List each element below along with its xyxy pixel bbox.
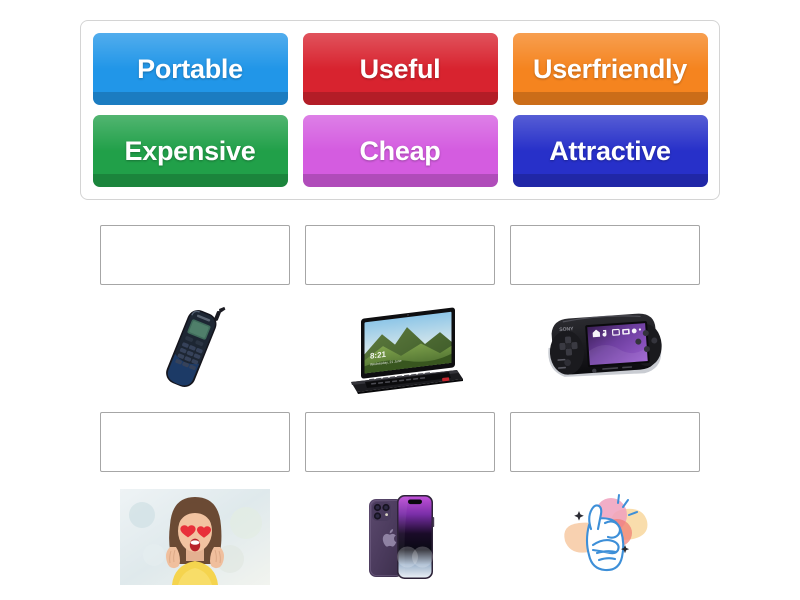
image-old-mobile-phone [100,295,290,405]
match-cell-snapping-fingers-hand [510,412,700,600]
tile-label: Useful [359,53,441,84]
tile-label: Expensive [124,135,256,166]
word-bank-container: Portable Useful Userfriendly Expensive C… [80,20,720,200]
match-board: 8:21 Wednesday, 21 June SONY [0,200,800,600]
tile-label: Userfriendly [533,53,687,84]
image-purple-smartphone [305,482,495,592]
tile-label: Cheap [359,135,441,166]
image-woman-with-heart-eyes [100,482,290,592]
match-cell-purple-smartphone [305,412,495,600]
image-psp-handheld-console: SONY [510,295,700,405]
dropzone-purple-smartphone[interactable] [305,412,495,472]
word-bank-row-2: Expensive Cheap Attractive [92,115,708,187]
dropzone-laptop-computer[interactable] [305,225,495,285]
tile-cheap[interactable]: Cheap [302,115,498,187]
tile-attractive[interactable]: Attractive [512,115,708,187]
tile-label: Portable [137,53,243,84]
board-row-2 [0,412,800,600]
svg-text:SONY: SONY [559,326,574,333]
match-cell-woman-with-heart-eyes [100,412,290,600]
tile-useful[interactable]: Useful [302,33,498,105]
dropzone-snapping-fingers-hand[interactable] [510,412,700,472]
match-cell-psp-handheld-console: SONY [510,225,700,415]
image-snapping-fingers-hand [510,482,700,592]
tile-expensive[interactable]: Expensive [92,115,288,187]
match-cell-laptop-computer: 8:21 Wednesday, 21 June [305,225,495,415]
dropzone-woman-with-heart-eyes[interactable] [100,412,290,472]
dropzone-old-mobile-phone[interactable] [100,225,290,285]
word-bank-row-1: Portable Useful Userfriendly [92,33,708,105]
board-row-1: 8:21 Wednesday, 21 June SONY [0,225,800,415]
image-laptop-computer: 8:21 Wednesday, 21 June [305,295,495,405]
match-cell-old-mobile-phone [100,225,290,415]
tile-portable[interactable]: Portable [92,33,288,105]
tile-label: Attractive [549,135,671,166]
dropzone-psp-handheld-console[interactable] [510,225,700,285]
tile-userfriendly[interactable]: Userfriendly [512,33,708,105]
